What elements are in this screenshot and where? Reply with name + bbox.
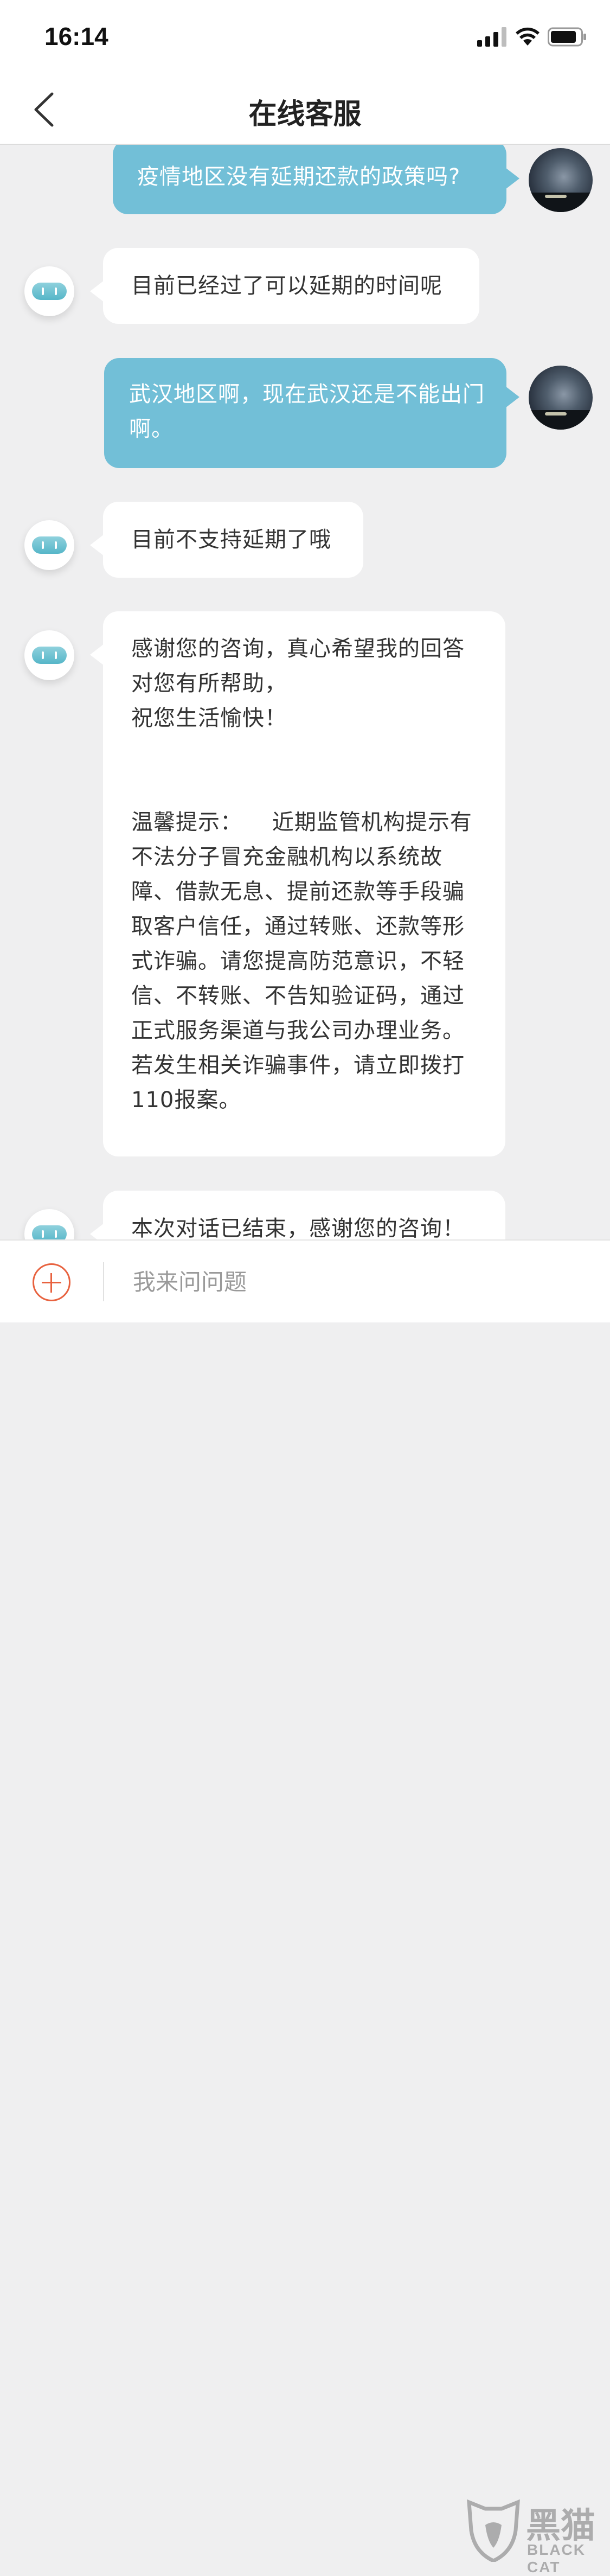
bot-avatar-icon <box>24 630 74 680</box>
watermark-brand: 黑猫 <box>526 2506 595 2546</box>
nav-bar: 在线客服 <box>0 76 610 145</box>
cat-shield-icon <box>467 2499 520 2563</box>
question-input[interactable] <box>133 1262 436 1301</box>
bot-avatar-icon <box>24 1209 74 1239</box>
message-bubble: 感谢您的咨询，真心希望我的回答对您有所帮助， 祝您生活愉快！ 温馨提示： 近期监… <box>103 611 505 1156</box>
user-avatar[interactable] <box>529 366 593 430</box>
message-bubble: 疫情地区没有延期还款的政策吗? <box>113 145 506 214</box>
battery-icon <box>548 27 586 47</box>
input-bar: 黑猫 BLACK CAT <box>0 1239 610 2575</box>
watermark-logo: 黑猫 BLACK CAT <box>464 2498 610 2575</box>
message-bubble: 本次对话已结束，感谢您的咨询！ <box>103 1191 505 1239</box>
status-bar: 16:14 <box>0 0 610 76</box>
bot-avatar-icon <box>24 266 74 316</box>
add-icon[interactable] <box>33 1263 70 1301</box>
chat-list[interactable]: 疫情地区没有延期还款的政策吗? 目前已经过了可以延期的时间呢 武汉地区啊，现在武… <box>0 145 610 1239</box>
message-bubble: 目前不支持延期了哦 <box>103 502 363 578</box>
bot-avatar-icon <box>24 520 74 570</box>
wifi-icon <box>516 27 540 46</box>
signal-icon <box>477 27 506 47</box>
message-bubble: 目前已经过了可以延期的时间呢 <box>103 248 479 324</box>
watermark-sub: BLACK CAT <box>527 2541 586 2575</box>
message-bubble: 武汉地区啊，现在武汉还是不能出门啊。 <box>104 358 506 468</box>
user-avatar[interactable] <box>529 148 593 212</box>
divider <box>103 1262 104 1301</box>
page-title: 在线客服 <box>248 98 362 131</box>
status-time: 16:14 <box>44 22 108 50</box>
